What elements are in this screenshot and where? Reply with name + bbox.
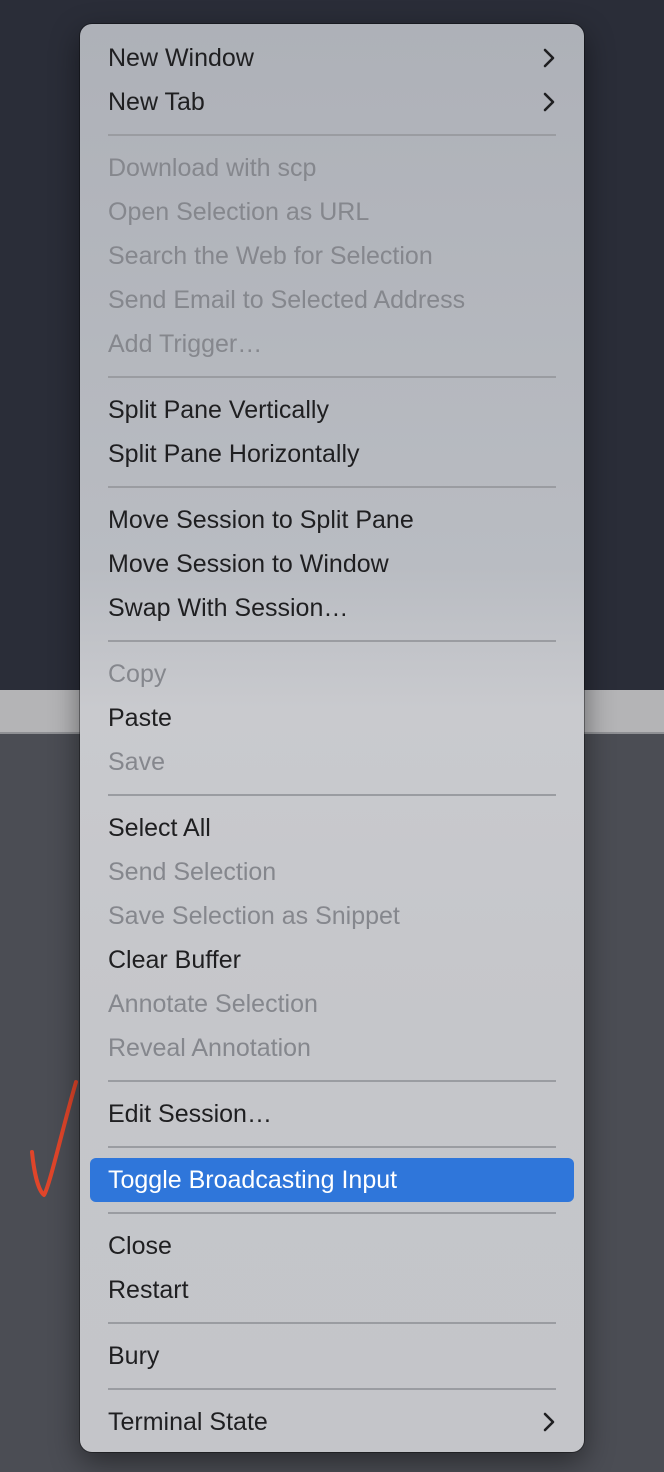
chevron-right-icon [542,1400,556,1444]
menu-item-label: New Window [108,44,254,72]
menu-item-split-pane-horizontally[interactable]: Split Pane Horizontally [80,432,584,476]
menu-item-download-with-scp[interactable]: Download with scp [80,146,584,190]
menu-item-close[interactable]: Close [80,1224,584,1268]
menu-item-label: Send Selection [108,858,277,886]
desktop-background: New Window New Tab Download with scp Open S… [0,0,664,1472]
menu-item-new-tab[interactable]: New Tab [80,80,584,124]
menu-item-label: Open Selection as URL [108,198,370,226]
menu-item-restart[interactable]: Restart [80,1268,584,1312]
menu-item-label: Move Session to Window [108,550,389,578]
menu-item-label: Reveal Annotation [108,1034,311,1062]
menu-item-label: Terminal State [108,1408,268,1436]
menu-item-add-trigger[interactable]: Add Trigger… [80,322,584,366]
menu-separator [80,1312,584,1334]
menu-item-send-selection[interactable]: Send Selection [80,850,584,894]
menu-separator [80,366,584,388]
menu-separator [80,476,584,498]
menu-item-move-session-to-window[interactable]: Move Session to Window [80,542,584,586]
menu-item-label: Annotate Selection [108,990,318,1018]
menu-item-save[interactable]: Save [80,740,584,784]
menu-item-swap-with-session[interactable]: Swap With Session… [80,586,584,630]
menu-item-label: Paste [108,704,172,732]
menu-item-clear-buffer[interactable]: Clear Buffer [80,938,584,982]
menu-separator [80,1136,584,1158]
menu-item-copy[interactable]: Copy [80,652,584,696]
menu-item-label: Split Pane Horizontally [108,440,360,468]
menu-item-move-session-to-split-pane[interactable]: Move Session to Split Pane [80,498,584,542]
chevron-right-icon [542,36,556,80]
menu-item-label: Toggle Broadcasting Input [108,1166,398,1194]
menu-separator [80,630,584,652]
menu-item-label: Download with scp [108,154,317,182]
menu-item-label: Save Selection as Snippet [108,902,400,930]
menu-item-bury[interactable]: Bury [80,1334,584,1378]
menu-item-new-window[interactable]: New Window [80,36,584,80]
menu-item-label: New Tab [108,88,205,116]
context-menu: New Window New Tab Download with scp Open S… [80,24,584,1452]
menu-item-open-selection-as-url[interactable]: Open Selection as URL [80,190,584,234]
menu-item-label: Search the Web for Selection [108,242,433,270]
menu-item-select-all[interactable]: Select All [80,806,584,850]
menu-item-split-pane-vertically[interactable]: Split Pane Vertically [80,388,584,432]
chevron-right-icon [542,80,556,124]
menu-item-terminal-state[interactable]: Terminal State [80,1400,584,1444]
menu-separator [80,1070,584,1092]
menu-separator [80,1378,584,1400]
menu-item-label: Bury [108,1342,160,1370]
menu-separator [80,784,584,806]
menu-separator [80,124,584,146]
menu-item-annotate-selection[interactable]: Annotate Selection [80,982,584,1026]
menu-item-toggle-broadcasting-input[interactable]: Toggle Broadcasting Input [90,1158,574,1202]
menu-item-label: Move Session to Split Pane [108,506,414,534]
menu-item-label: Close [108,1232,172,1260]
menu-item-reveal-annotation[interactable]: Reveal Annotation [80,1026,584,1070]
menu-item-search-the-web-for-selection[interactable]: Search the Web for Selection [80,234,584,278]
menu-item-send-email-to-selected-address[interactable]: Send Email to Selected Address [80,278,584,322]
menu-item-save-selection-as-snippet[interactable]: Save Selection as Snippet [80,894,584,938]
menu-item-label: Split Pane Vertically [108,396,329,424]
menu-item-label: Add Trigger… [108,330,263,358]
menu-item-edit-session[interactable]: Edit Session… [80,1092,584,1136]
menu-item-paste[interactable]: Paste [80,696,584,740]
menu-item-label: Copy [108,660,167,688]
menu-item-label: Send Email to Selected Address [108,286,466,314]
menu-item-label: Save [108,748,165,776]
menu-separator [80,1202,584,1224]
menu-item-label: Restart [108,1276,189,1304]
menu-item-label: Select All [108,814,211,842]
menu-item-label: Clear Buffer [108,946,241,974]
menu-item-label: Edit Session… [108,1100,272,1128]
menu-item-label: Swap With Session… [108,594,349,622]
